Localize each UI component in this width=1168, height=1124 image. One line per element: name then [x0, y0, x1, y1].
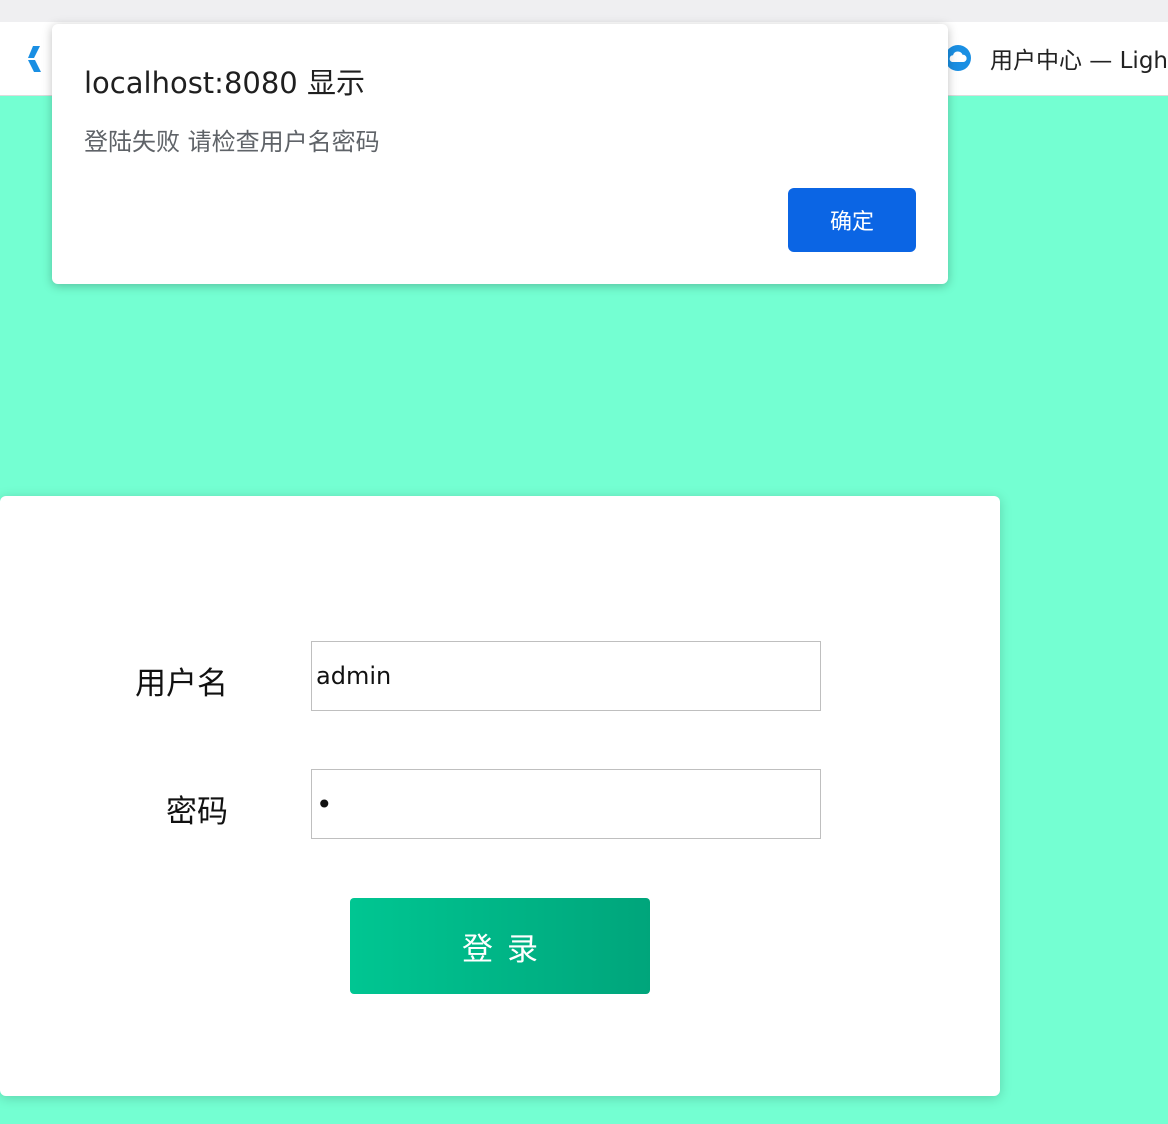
- alert-title: localhost:8080 显示: [84, 66, 365, 100]
- username-label: 用户名: [135, 666, 228, 702]
- browser-titlebar: [0, 0, 1168, 22]
- password-input[interactable]: •: [311, 769, 821, 839]
- alert-message: 登陆失败 请检查用户名密码: [84, 128, 380, 156]
- cloud-icon: [945, 45, 971, 71]
- password-label: 密码: [166, 794, 228, 830]
- browser-tab[interactable]: 用户中心 — Ligh: [944, 40, 1168, 76]
- login-button[interactable]: 登录: [350, 898, 650, 994]
- bookmark-icon[interactable]: [24, 44, 46, 74]
- username-input[interactable]: admin: [311, 641, 821, 711]
- login-card: 用户名 admin 密码 • 登录: [0, 496, 1000, 1096]
- alert-ok-button[interactable]: 确定: [788, 188, 916, 252]
- alert-dialog: localhost:8080 显示 登陆失败 请检查用户名密码 确定: [52, 24, 948, 284]
- tab-title: 用户中心 — Ligh: [990, 48, 1168, 74]
